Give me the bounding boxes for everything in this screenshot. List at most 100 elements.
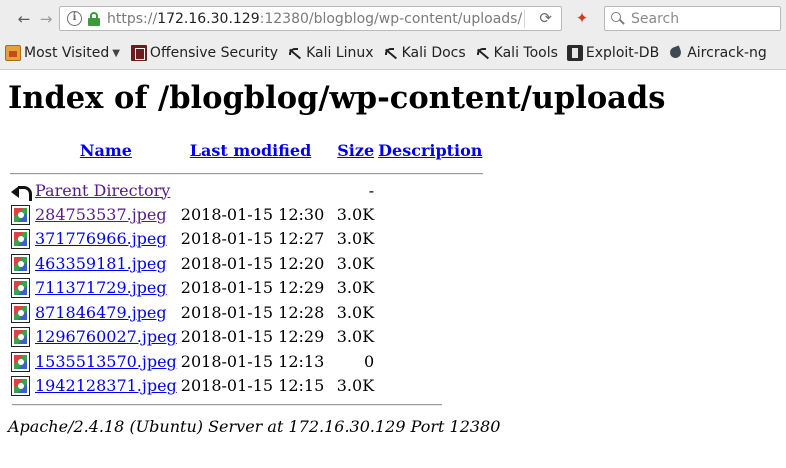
- bookmark-kali-docs[interactable]: Kali Docs: [383, 45, 466, 61]
- file-modified: 2018-01-15 12:28: [180, 302, 325, 322]
- file-size: 3.0K: [336, 327, 375, 347]
- bookmark-label: Kali Docs: [401, 45, 466, 61]
- back-arrow-icon: ←: [17, 9, 31, 28]
- header-name: Name: [34, 139, 178, 161]
- image-file-icon: [11, 351, 30, 372]
- file-modified: 2018-01-15 12:29: [180, 278, 325, 298]
- file-link[interactable]: 284753537.jpeg: [35, 205, 167, 224]
- header-last-modified: Last modified: [180, 139, 325, 161]
- file-size: 3.0K: [336, 229, 375, 249]
- lock-icon: [88, 11, 100, 26]
- header-description: Description: [377, 139, 483, 161]
- sort-by-modified-link[interactable]: Last modified: [190, 141, 311, 160]
- aircrack-icon: [668, 45, 684, 61]
- folder-icon: [5, 45, 21, 61]
- back-button[interactable]: ←: [13, 8, 35, 30]
- search-icon: [611, 11, 625, 26]
- table-row: 284753537.jpeg 2018-01-15 12:30 3.0K: [10, 203, 483, 226]
- bookmark-label: Aircrack-ng: [687, 45, 767, 61]
- file-link[interactable]: 1535513570.jpeg: [35, 352, 177, 371]
- sort-by-description-link[interactable]: Description: [378, 141, 482, 160]
- address-bar[interactable]: i https://172.16.30.129:12380/blogblog/w…: [59, 6, 562, 31]
- file-link[interactable]: 711371729.jpeg: [35, 278, 167, 297]
- file-link[interactable]: 371776966.jpeg: [35, 229, 167, 248]
- sort-by-size-link[interactable]: Size: [337, 141, 374, 160]
- image-file-icon: [11, 376, 30, 396]
- bookmark-kali-tools[interactable]: Kali Tools: [475, 45, 558, 61]
- url-host: 172.16.30.129: [157, 10, 260, 27]
- bookmark-exploit-db[interactable]: Exploit-DB: [566, 45, 660, 61]
- table-row-parent: Parent Directory -: [10, 179, 483, 201]
- file-size: 3.0K: [336, 253, 375, 273]
- table-row: 371776966.jpeg 2018-01-15 12:27 3.0K: [10, 228, 483, 251]
- image-file-icon: [11, 327, 30, 347]
- file-size: 3.0K: [336, 278, 375, 298]
- page-content: Index of /blogblog/wp-content/uploads Na…: [8, 70, 778, 436]
- url-divider: [524, 10, 525, 28]
- exploit-db-icon: [566, 45, 583, 61]
- search-input[interactable]: Search: [604, 6, 781, 31]
- search-placeholder: Search: [631, 10, 680, 27]
- table-row: 1535513570.jpeg 2018-01-15 12:13 0: [10, 350, 483, 373]
- image-file-icon: [11, 253, 30, 274]
- divider-row: [10, 163, 484, 177]
- url-path: :12380/blogblog/wp-content/uploads/: [259, 10, 523, 27]
- url-scheme: https://: [107, 10, 158, 27]
- offensive-security-icon: [130, 45, 147, 61]
- bookmark-label: Exploit-DB: [585, 45, 660, 61]
- table-header-row: Name Last modified Size Description: [10, 139, 483, 161]
- image-file-icon: [11, 302, 30, 323]
- file-modified: 2018-01-15 12:13: [180, 351, 325, 371]
- url-text[interactable]: https://172.16.30.129:12380/blogblog/wp-…: [107, 11, 522, 27]
- table-row: 1296760027.jpeg 2018-01-15 12:29 3.0K: [10, 326, 483, 349]
- server-signature: Apache/2.4.18 (Ubuntu) Server at 172.16.…: [8, 417, 501, 436]
- bookmark-offensive-security[interactable]: Offensive Security: [130, 45, 279, 61]
- file-size: 3.0K: [336, 302, 375, 322]
- image-file-icon: [11, 229, 30, 249]
- page-title: Index of /blogblog/wp-content/uploads: [8, 80, 666, 116]
- bookmark-most-visited[interactable]: Most Visited ▼: [5, 45, 120, 61]
- file-modified: 2018-01-15 12:27: [180, 229, 325, 249]
- site-info-icon[interactable]: i: [67, 11, 82, 26]
- kali-dragon-icon: [475, 45, 491, 61]
- file-link[interactable]: 1296760027.jpeg: [35, 327, 177, 346]
- bookmark-aircrack-ng[interactable]: Aircrack-ng: [668, 45, 767, 61]
- parent-directory-icon: [11, 182, 32, 201]
- table-row: 463359181.jpeg 2018-01-15 12:20 3.0K: [10, 252, 483, 275]
- bookmark-label: Most Visited: [24, 45, 110, 61]
- parent-directory-link[interactable]: Parent Directory: [35, 181, 170, 200]
- file-size: 3.0K: [336, 376, 375, 396]
- header-icon-cell: [10, 139, 32, 161]
- file-size: 3.0K: [336, 204, 375, 224]
- bookmark-label: Kali Linux: [306, 45, 374, 61]
- kali-dragon-icon: [287, 45, 303, 61]
- divider: [12, 404, 442, 406]
- file-link[interactable]: 1942128371.jpeg: [35, 376, 177, 395]
- header-size: Size: [327, 139, 375, 161]
- table-row: 711371729.jpeg 2018-01-15 12:29 3.0K: [10, 277, 483, 300]
- forward-button[interactable]: →: [35, 8, 57, 30]
- divider: [10, 172, 484, 175]
- forward-arrow-icon: →: [39, 9, 53, 28]
- directory-listing-table: Name Last modified Size Description Pare…: [8, 137, 485, 399]
- bookmarks-toolbar: Most Visited ▼ Offensive Security Kali L…: [0, 37, 786, 70]
- image-file-icon: [11, 278, 30, 298]
- file-link[interactable]: 871846479.jpeg: [35, 303, 167, 322]
- sort-by-name-link[interactable]: Name: [80, 141, 132, 160]
- image-file-icon: [11, 204, 30, 225]
- bookmark-label: Offensive Security: [149, 45, 279, 61]
- reload-icon[interactable]: ⟳: [539, 9, 552, 27]
- file-modified: 2018-01-15 12:30: [180, 204, 325, 224]
- file-modified: 2018-01-15 12:15: [180, 376, 325, 396]
- extension-icon[interactable]: ✦: [573, 9, 591, 27]
- browser-toolbar: ← → i https://172.16.30.129:12380/blogbl…: [0, 0, 786, 37]
- file-size: 0: [363, 351, 375, 371]
- file-modified: 2018-01-15 12:29: [180, 327, 325, 347]
- file-link[interactable]: 463359181.jpeg: [35, 254, 167, 273]
- file-size: -: [368, 180, 375, 200]
- kali-dragon-icon: [383, 45, 399, 61]
- bookmark-kali-linux[interactable]: Kali Linux: [287, 45, 374, 61]
- bookmark-label: Kali Tools: [493, 45, 558, 61]
- chevron-down-icon: ▼: [112, 47, 120, 59]
- table-row: 871846479.jpeg 2018-01-15 12:28 3.0K: [10, 301, 483, 324]
